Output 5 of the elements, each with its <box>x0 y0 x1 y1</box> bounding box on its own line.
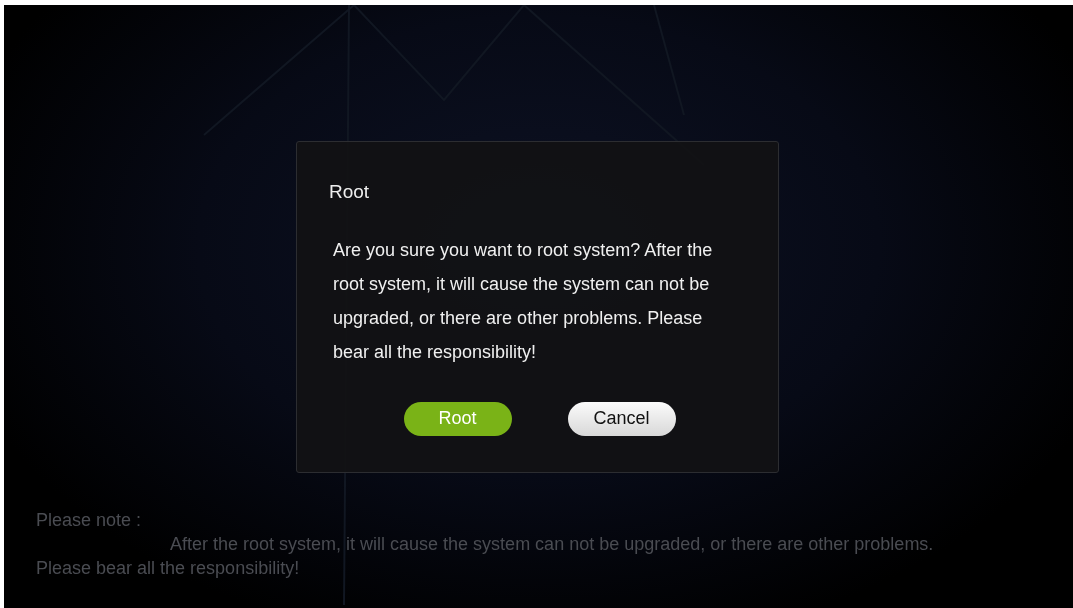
dialog-message: Are you sure you want to root system? After the root system, it will cause the system can not be upgraded, or there are other problems. Please bear all the responsibility! <box>333 238 714 364</box>
note-text: After the root system, it will cause the system can not be upgraded, or there are other problems. Please bear all the responsibility! <box>36 533 935 580</box>
cancel-button[interactable]: Cancel <box>567 401 676 436</box>
dialog-title: Root <box>329 180 371 204</box>
note-label: Please note : <box>36 509 143 532</box>
